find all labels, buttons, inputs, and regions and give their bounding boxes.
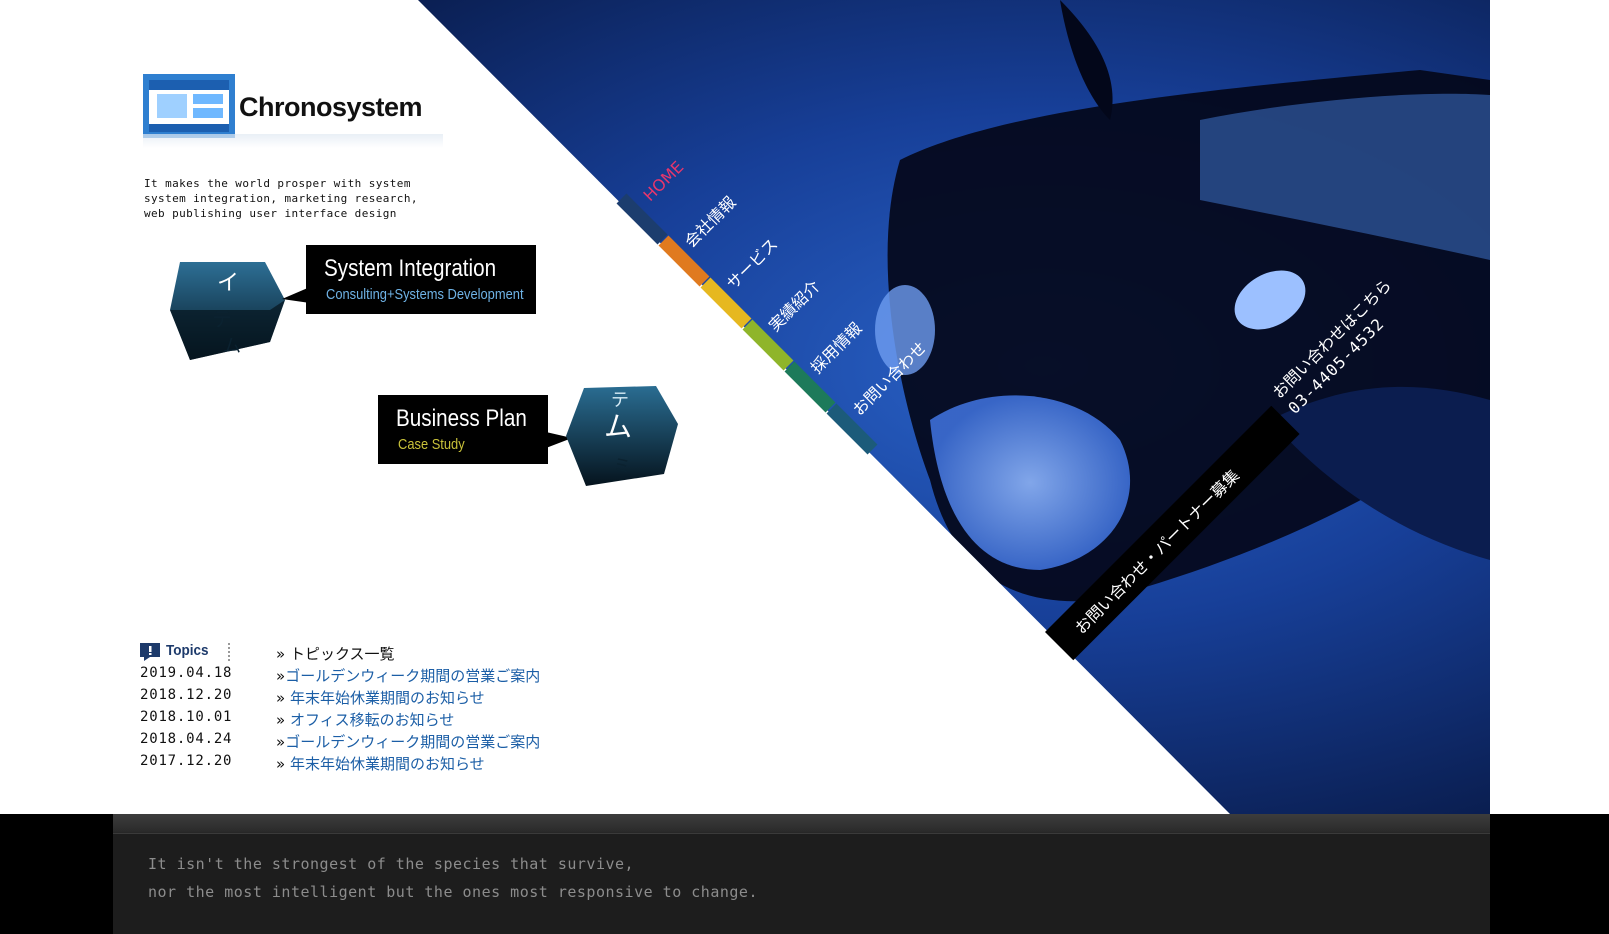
raquo: » (276, 733, 286, 751)
topic-link[interactable]: » 年末年始休業期間のお知らせ (276, 753, 485, 774)
cube-glyph: ミ (613, 456, 631, 477)
logo-reflection (143, 134, 443, 148)
topics-heading: Topics (140, 642, 250, 663)
raquo: » (276, 755, 286, 773)
raquo: » (276, 645, 286, 663)
brand-name: Chronosystem (239, 92, 423, 122)
topics-title: Topics (166, 642, 209, 659)
alert-icon (140, 643, 160, 661)
service-title: System Integration (324, 255, 497, 282)
topic-date: 2019.04.18 (140, 665, 233, 681)
topic-date: 2017.12.20 (140, 753, 233, 769)
cube-icon[interactable]: テ ム ミ (566, 386, 680, 490)
topic-link[interactable]: »ゴールデンウィーク期間の営業ご案内 (276, 665, 540, 686)
service-card-business-plan[interactable]: Business Plan Case Study (378, 395, 548, 464)
footer-quote: It isn't the strongest of the species th… (148, 850, 758, 906)
list-item: 2018.12.20 » 年末年始休業期間のお知らせ (140, 687, 640, 709)
list-item: 2018.04.24 »ゴールデンウィーク期間の営業ご案内 (140, 731, 640, 753)
topic-title: ゴールデンウィーク期間の営業ご案内 (285, 667, 541, 685)
cube-glyph: イ (217, 271, 239, 296)
quote-line: nor the most intelligent but the ones mo… (148, 883, 758, 901)
list-item: 2018.10.01 » オフィス移転のお知らせ (140, 709, 640, 731)
cube-glyph: テ (212, 307, 232, 331)
raquo: » (276, 711, 286, 729)
tagline-line: web publishing user interface design (144, 207, 397, 220)
divider (113, 833, 1490, 834)
topic-title: 年末年始休業期間のお知らせ (289, 755, 485, 773)
service-subtitle: Case Study (398, 436, 465, 453)
cube-icon[interactable]: イ テ ム (170, 262, 290, 366)
cube-glyph: テ (611, 390, 629, 411)
cube-glyph: ム (223, 336, 241, 357)
divider (228, 643, 232, 661)
list-item: 2017.12.20 » 年末年始休業期間のお知らせ (140, 753, 640, 775)
cube-glyph: ム (604, 410, 632, 443)
tagline-line: It makes the world prosper with system (144, 177, 411, 190)
topics-all-label: トピックス一覧 (289, 645, 395, 663)
topic-title: オフィス移転のお知らせ (289, 711, 455, 729)
topic-title: 年末年始休業期間のお知らせ (289, 689, 485, 707)
topic-date: 2018.12.20 (140, 687, 233, 703)
topic-link[interactable]: » オフィス移転のお知らせ (276, 709, 454, 730)
cs-logo-icon (143, 74, 235, 138)
topic-title: ゴールデンウィーク期間の営業ご案内 (285, 733, 541, 751)
topic-date: 2018.10.01 (140, 709, 233, 725)
quote-line: It isn't the strongest of the species th… (148, 855, 635, 873)
topic-link[interactable]: »ゴールデンウィーク期間の営業ご案内 (276, 731, 540, 752)
service-subtitle: Consulting+Systems Development (326, 286, 524, 303)
topics-all-link[interactable]: » トピックス一覧 (276, 643, 395, 664)
footer-panel: It isn't the strongest of the species th… (113, 814, 1490, 934)
raquo: » (276, 689, 286, 707)
hero: Chronosystem It makes the world prosper … (0, 0, 1490, 814)
service-card-system-integration[interactable]: System Integration Consulting+Systems De… (306, 245, 536, 314)
topic-date: 2018.04.24 (140, 731, 233, 747)
tagline: It makes the world prosper with system s… (144, 176, 418, 221)
raquo: » (276, 667, 286, 685)
brand-logo[interactable]: Chronosystem (143, 74, 453, 148)
tagline-line: system integration, marketing research, (144, 192, 418, 205)
service-title: Business Plan (396, 405, 527, 432)
list-item: 2019.04.18 »ゴールデンウィーク期間の営業ご案内 (140, 665, 640, 687)
topic-link[interactable]: » 年末年始休業期間のお知らせ (276, 687, 485, 708)
page-margin (1490, 0, 1609, 814)
